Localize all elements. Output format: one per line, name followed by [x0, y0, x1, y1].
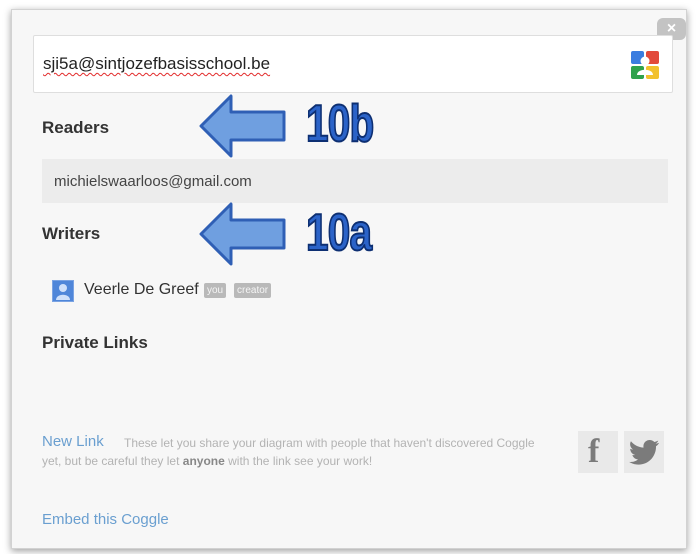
- you-badge: you: [204, 283, 227, 298]
- annotation-10b: 10b: [305, 94, 375, 154]
- private-links-heading: Private Links: [42, 333, 148, 352]
- left-arrow-icon: [199, 202, 286, 266]
- facebook-share-button[interactable]: f: [578, 431, 618, 473]
- twitter-share-button[interactable]: [624, 431, 664, 473]
- left-arrow-icon: [199, 94, 286, 158]
- new-link-description: These let you share your diagram with pe…: [42, 434, 557, 470]
- creator-badge: creator: [234, 283, 272, 298]
- reader-email: michielswaarloos@gmail.com: [54, 173, 252, 190]
- description-bold: anyone: [182, 454, 225, 468]
- email-input[interactable]: sji5a@sintjozefbasisschool.be: [33, 35, 673, 93]
- writers-heading: Writers: [42, 224, 101, 243]
- twitter-icon: [629, 439, 659, 465]
- email-input-value[interactable]: sji5a@sintjozefbasisschool.be: [43, 54, 270, 74]
- facebook-icon: f: [588, 433, 600, 470]
- embed-link[interactable]: Embed this Coggle: [42, 511, 169, 528]
- readers-heading: Readers: [42, 118, 110, 137]
- google-contacts-icon[interactable]: [629, 49, 661, 81]
- description-suffix: with the link see your work!: [228, 454, 373, 468]
- annotation-10a: 10a: [305, 203, 373, 263]
- new-link-button[interactable]: New Link: [42, 433, 104, 450]
- user-silhouette-icon: [56, 284, 70, 300]
- reader-item[interactable]: michielswaarloos@gmail.com: [42, 159, 668, 203]
- writer-name: Veerle De Greef: [84, 281, 199, 298]
- avatar: [52, 280, 74, 302]
